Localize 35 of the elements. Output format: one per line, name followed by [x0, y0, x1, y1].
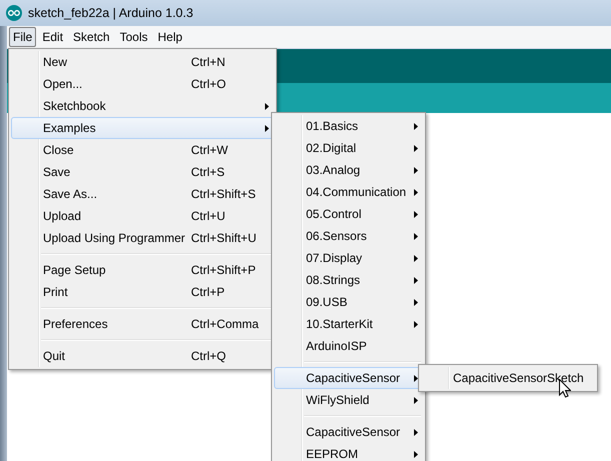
- menu-item[interactable]: 04.Communication: [274, 181, 423, 203]
- menu-item[interactable]: CapacitiveSensor: [274, 421, 423, 443]
- menu-item[interactable]: Page Setup Ctrl+Shift+P: [11, 259, 274, 281]
- menu-item[interactable]: WiFlyShield: [274, 389, 423, 411]
- menu-item[interactable]: CapacitiveSensorSketch: [421, 367, 595, 389]
- menu-item[interactable]: ArduinoISP: [274, 335, 423, 357]
- menu-item[interactable]: 09.USB: [274, 291, 423, 313]
- app-logo-icon: [6, 5, 22, 21]
- menu-item[interactable]: Preferences Ctrl+Comma: [11, 313, 274, 335]
- menu-item[interactable]: Upload Using Programmer Ctrl+Shift+U: [11, 227, 274, 249]
- menu-item[interactable]: New Ctrl+N: [11, 51, 274, 73]
- menu-item[interactable]: Close Ctrl+W: [11, 139, 274, 161]
- menu-item[interactable]: 10.StarterKit: [274, 313, 423, 335]
- menu-item[interactable]: Examples: [11, 117, 274, 139]
- menu-item[interactable]: Print Ctrl+P: [11, 281, 274, 303]
- menu-item[interactable]: Save As... Ctrl+Shift+S: [11, 183, 274, 205]
- menu-item[interactable]: Quit Ctrl+Q: [11, 345, 274, 367]
- menu-item[interactable]: 08.Strings: [274, 269, 423, 291]
- menu-bar-item[interactable]: Tools: [116, 27, 152, 47]
- menu-item[interactable]: Save Ctrl+S: [11, 161, 274, 183]
- menu-bar-item[interactable]: Sketch: [69, 27, 114, 47]
- menu-item[interactable]: 07.Display: [274, 247, 423, 269]
- menu-item[interactable]: 03.Analog: [274, 159, 423, 181]
- menu-item[interactable]: 05.Control: [274, 203, 423, 225]
- menu-item[interactable]: Open... Ctrl+O: [11, 73, 274, 95]
- menu-bar-item[interactable]: Help: [154, 27, 186, 47]
- window-title: sketch_feb22a | Arduino 1.0.3: [28, 6, 194, 20]
- menu-item[interactable]: 02.Digital: [274, 137, 423, 159]
- menu-bar-item[interactable]: Edit: [38, 27, 68, 47]
- menu-item[interactable]: EEPROM: [274, 443, 423, 461]
- menu-item[interactable]: 06.Sensors: [274, 225, 423, 247]
- menu-bar-item[interactable]: File: [9, 27, 36, 47]
- menu-item[interactable]: Sketchbook: [11, 95, 274, 117]
- menu-item[interactable]: Upload Ctrl+U: [11, 205, 274, 227]
- menu-item[interactable]: 01.Basics: [274, 115, 423, 137]
